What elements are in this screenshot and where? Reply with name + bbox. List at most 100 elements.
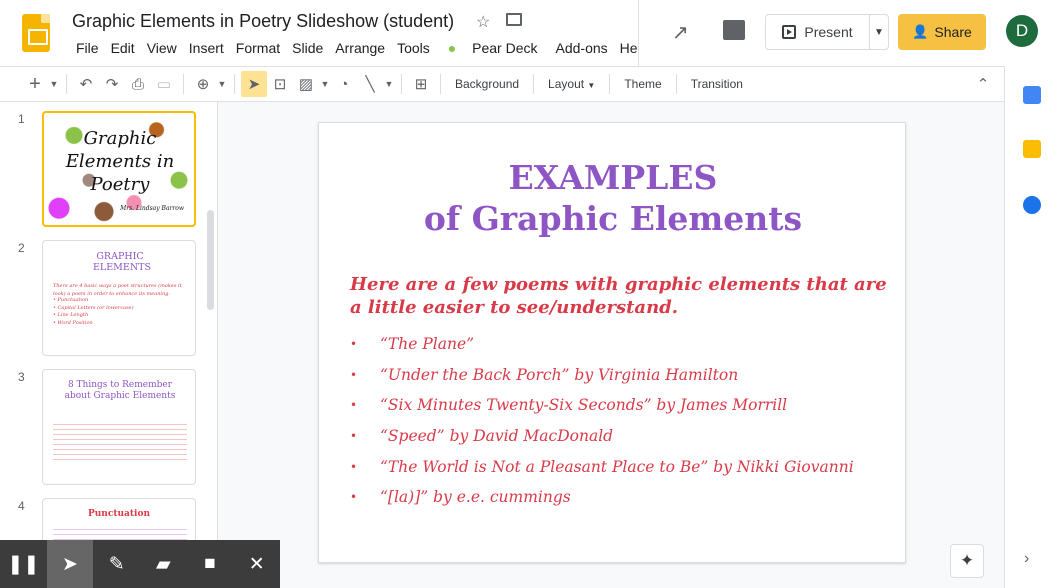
activity-trend-icon[interactable]: ↗ xyxy=(672,20,689,45)
list-item: • “[la)]” by e.e. cummings xyxy=(350,482,890,513)
slide-1-title: Graphic Elements in Poetry xyxy=(65,128,175,195)
drawing-toolbar: ❚❚ ➤ ✎ ▰ ■ ✕ xyxy=(0,540,280,588)
document-title[interactable]: Graphic Elements in Poetry Slideshow (st… xyxy=(72,11,454,32)
paint-format-icon[interactable]: ▭ xyxy=(151,71,177,97)
slide-thumbnail-3[interactable]: 8 Things to Remember about Graphic Eleme… xyxy=(42,369,196,485)
slide-2-item-label: Word Position xyxy=(57,319,93,326)
slide-thumbnail-1[interactable]: Graphic Elements in Poetry Mrs. Lindsay … xyxy=(42,111,196,227)
divider xyxy=(66,74,67,94)
menu-format[interactable]: Format xyxy=(230,40,286,56)
divider xyxy=(533,74,535,94)
chevron-right-icon[interactable]: › xyxy=(1024,550,1029,568)
menu-file[interactable]: File xyxy=(70,40,105,56)
slides-logo-icon[interactable] xyxy=(22,14,50,52)
menu-edit[interactable]: Edit xyxy=(105,40,141,56)
slide-number: 2 xyxy=(18,241,25,255)
bullet: • xyxy=(350,337,358,352)
line-icon[interactable]: ╲ xyxy=(357,71,383,97)
slide-2-item-label: Punctuation xyxy=(57,297,89,303)
list-item: • “The World is Not a Pleasant Place to B… xyxy=(350,451,890,482)
slide-title[interactable]: EXAMPLES of Graphic Elements xyxy=(319,157,907,239)
list-item: • “Speed” by David MacDonald xyxy=(350,421,890,452)
background-button[interactable]: Background xyxy=(447,77,527,91)
slide-intro-text[interactable]: Here are a few poems with graphic elemen… xyxy=(350,273,890,319)
current-slide[interactable]: EXAMPLES of Graphic Elements Here are a … xyxy=(318,122,906,563)
list-item-text: “[la)]” by e.e. cummings xyxy=(380,488,571,507)
menu-view[interactable]: View xyxy=(141,40,183,56)
star-icon[interactable]: ☆ xyxy=(476,12,490,32)
layout-button[interactable]: Layout ▼ xyxy=(540,77,603,91)
slide-3-title: 8 Things to Remember about Graphic Eleme… xyxy=(64,380,176,401)
slide-2-item: • Word Position xyxy=(53,319,93,326)
text-box-icon[interactable]: ⊡ xyxy=(267,71,293,97)
list-item: • “Six Minutes Twenty-Six Seconds” by Jam… xyxy=(350,390,890,421)
list-item: • “Under the Back Porch” by Virginia Hami… xyxy=(350,360,890,391)
bullet: • xyxy=(350,459,358,474)
image-dropdown-icon[interactable]: ▼ xyxy=(319,71,331,97)
zoom-icon[interactable]: ⊕ xyxy=(190,71,216,97)
share-label: Share xyxy=(934,24,972,40)
layout-dropdown-icon: ▼ xyxy=(587,81,596,90)
pointer-icon[interactable]: ➤ xyxy=(46,540,94,588)
collapse-toolbar-icon[interactable]: ⌃ xyxy=(970,71,996,97)
divider xyxy=(675,74,677,94)
slide-2-item: • Line Length xyxy=(53,312,89,318)
add-comment-icon[interactable]: ⊞ xyxy=(408,71,434,97)
slide-2-title: GRAPHIC ELEMENTS xyxy=(93,251,151,273)
move-folder-icon[interactable] xyxy=(506,13,522,26)
person-add-icon: 👤 xyxy=(912,24,929,39)
keep-icon[interactable] xyxy=(1023,140,1041,158)
slide-2-item-label: Capital Letters (or lowercase) xyxy=(57,304,134,311)
slide-2-item: • Punctuation xyxy=(53,297,89,303)
pen-icon[interactable]: ✎ xyxy=(93,540,140,588)
transition-button[interactable]: Transition xyxy=(683,77,751,91)
menu-pear-deck[interactable]: ● Pear Deck xyxy=(436,40,550,56)
filmstrip-scrollbar[interactable] xyxy=(207,210,214,310)
menu-insert[interactable]: Insert xyxy=(183,40,230,56)
slide-2-item: • Punctuation • Capital Letters (or lowe… xyxy=(53,297,189,327)
close-icon[interactable]: ✕ xyxy=(233,540,280,588)
divider xyxy=(234,74,235,94)
menu-slide[interactable]: Slide xyxy=(286,40,329,56)
calendar-icon[interactable] xyxy=(1023,86,1041,104)
share-button[interactable]: 👤 Share xyxy=(898,14,986,50)
zoom-dropdown-icon[interactable]: ▼ xyxy=(216,71,228,97)
poem-list[interactable]: • “The Plane” • “Under the Back Porch” by … xyxy=(350,329,890,513)
image-icon[interactable]: ▨ xyxy=(293,71,319,97)
slide-thumbnail-2[interactable]: GRAPHIC ELEMENTS There are 4 basic ways … xyxy=(42,240,196,356)
list-item: • “The Plane” xyxy=(350,329,890,360)
print-icon[interactable]: ⎙ xyxy=(125,71,151,97)
slide-number: 4 xyxy=(18,499,25,513)
eraser-icon[interactable]: ▰ xyxy=(140,540,187,588)
line-dropdown-icon[interactable]: ▼ xyxy=(383,71,395,97)
shape-icon[interactable]: ◔ xyxy=(331,71,357,97)
new-slide-icon[interactable]: + xyxy=(22,71,48,97)
new-slide-dropdown-icon[interactable]: ▼ xyxy=(48,71,60,97)
bullet: • xyxy=(350,367,358,382)
comment-icon[interactable] xyxy=(723,20,745,40)
bullet: • xyxy=(350,429,358,444)
slide-2-item: • Capital Letters (or lowercase) xyxy=(53,304,134,311)
menu-tools[interactable]: Tools xyxy=(391,40,436,56)
list-item-text: “Speed” by David MacDonald xyxy=(380,427,614,446)
bullet: • xyxy=(350,398,358,413)
undo-icon[interactable]: ↶ xyxy=(73,71,99,97)
present-button[interactable]: Present ▼ xyxy=(765,14,889,50)
redo-icon[interactable]: ↷ xyxy=(99,71,125,97)
slide-title-line-2: of Graphic Elements xyxy=(423,199,803,238)
camera-icon[interactable]: ■ xyxy=(187,540,234,588)
present-icon xyxy=(782,25,797,39)
theme-button[interactable]: Theme xyxy=(616,77,669,91)
toolbar: + ▼ ↶ ↷ ⎙ ▭ ⊕ ▼ ➤ ⊡ ▨ ▼ ◔ ╲ ▼ ⊞ Backgrou… xyxy=(0,66,1004,102)
present-dropdown-icon[interactable]: ▼ xyxy=(870,27,888,38)
pause-icon[interactable]: ❚❚ xyxy=(0,540,47,588)
menu-arrange[interactable]: Arrange xyxy=(329,40,391,56)
tasks-icon[interactable] xyxy=(1023,196,1041,214)
select-icon[interactable]: ➤ xyxy=(241,71,267,97)
menu-add-ons[interactable]: Add-ons xyxy=(550,40,614,56)
present-main[interactable]: Present xyxy=(766,15,870,49)
divider xyxy=(609,74,611,94)
avatar[interactable]: D xyxy=(1006,15,1038,47)
explore-icon[interactable]: ✦ xyxy=(950,544,984,578)
slide-4-body-text xyxy=(53,525,187,541)
